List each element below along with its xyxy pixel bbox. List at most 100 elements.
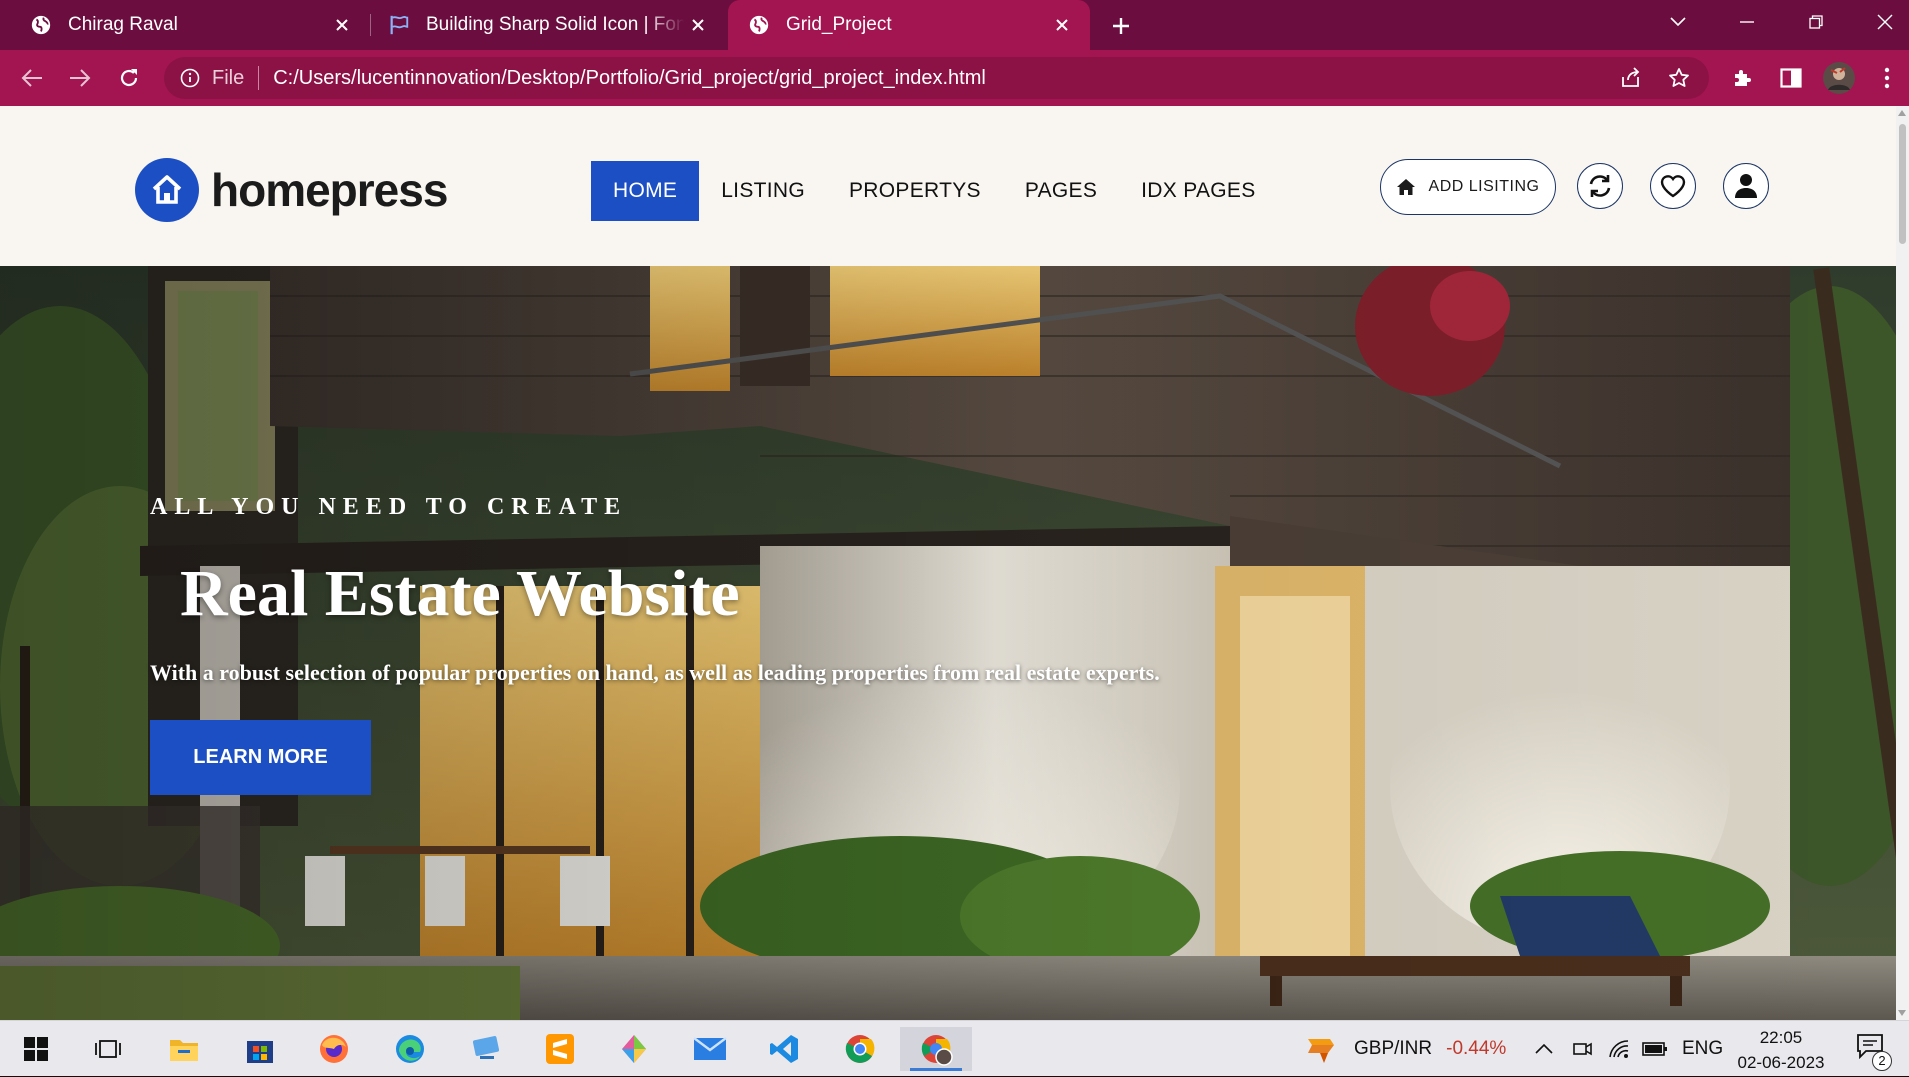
file-explorer-icon[interactable] bbox=[160, 1027, 208, 1071]
browser-tab-bar: Chirag Raval Building Sharp Solid Icon |… bbox=[0, 0, 1909, 50]
puzzle-icon bbox=[1735, 70, 1751, 86]
taskbar-clock[interactable]: 22:05 02-06-2023 bbox=[1726, 1025, 1836, 1075]
home-icon bbox=[1396, 179, 1415, 195]
browser-tab[interactable]: Chirag Raval bbox=[0, 0, 370, 50]
task-view-icon[interactable] bbox=[84, 1027, 132, 1071]
tab-search-button[interactable] bbox=[1648, 0, 1708, 44]
back-button[interactable] bbox=[16, 62, 48, 94]
logo-text: homepress bbox=[211, 164, 448, 216]
chrome-menu-button[interactable] bbox=[1871, 62, 1903, 94]
scrollbar-thumb[interactable] bbox=[1899, 124, 1906, 244]
windows-taskbar: GBP/INR -0.44% ENG 22:05 02-06-2023 2 bbox=[0, 1020, 1909, 1076]
hero-title: Real Estate Website bbox=[180, 557, 740, 630]
meet-now-icon[interactable] bbox=[1572, 1021, 1592, 1077]
close-icon[interactable] bbox=[328, 11, 356, 39]
firefox-icon[interactable] bbox=[310, 1027, 358, 1071]
arrow-left-icon bbox=[21, 69, 42, 87]
tab-title: Chirag Raval bbox=[68, 14, 178, 35]
restore-button[interactable] bbox=[1786, 0, 1846, 44]
new-tab-button[interactable] bbox=[1104, 9, 1138, 43]
minimize-button[interactable] bbox=[1717, 0, 1777, 44]
ticker-symbol: GBP/INR bbox=[1354, 1038, 1433, 1059]
browser-tab-active[interactable]: Grid_Project bbox=[728, 0, 1090, 50]
address-bar[interactable]: File C:/Users/lucentinnovation/Desktop/P… bbox=[164, 57, 1709, 99]
edge-icon[interactable] bbox=[386, 1027, 434, 1071]
forward-button[interactable] bbox=[64, 62, 96, 94]
chevron-up-icon bbox=[1535, 1044, 1553, 1054]
url-divider bbox=[258, 66, 260, 90]
close-icon bbox=[1877, 14, 1893, 30]
tab-separator bbox=[370, 14, 371, 36]
minimize-icon bbox=[1740, 21, 1754, 23]
notification-count: 2 bbox=[1872, 1051, 1892, 1071]
account-button[interactable] bbox=[1723, 163, 1769, 209]
scroll-up-icon[interactable] bbox=[1898, 110, 1906, 116]
arrow-right-icon bbox=[70, 69, 91, 87]
share-icon[interactable] bbox=[1613, 60, 1649, 96]
battery-icon[interactable] bbox=[1642, 1021, 1668, 1077]
nav-idx-pages[interactable]: IDX PAGES bbox=[1119, 161, 1277, 221]
user-icon bbox=[1735, 174, 1757, 198]
sync-icon bbox=[1589, 175, 1611, 197]
heart-icon bbox=[1660, 175, 1686, 198]
close-window-button[interactable] bbox=[1855, 0, 1909, 44]
nav-listing[interactable]: LISTING bbox=[699, 161, 827, 221]
chrome-profile-icon[interactable] bbox=[900, 1027, 972, 1071]
mail-icon[interactable] bbox=[686, 1027, 734, 1071]
house-icon bbox=[135, 158, 199, 222]
nav-home[interactable]: HOME bbox=[591, 161, 700, 221]
bookmark-star-icon[interactable] bbox=[1661, 60, 1697, 96]
wifi-icon[interactable] bbox=[1608, 1021, 1630, 1077]
reload-icon bbox=[120, 69, 138, 87]
clock-date: 02-06-2023 bbox=[1737, 1053, 1825, 1072]
side-panel-button[interactable] bbox=[1775, 62, 1807, 94]
remote-desktop-icon[interactable] bbox=[462, 1027, 510, 1071]
ticker-change: -0.44% bbox=[1446, 1038, 1507, 1059]
windows-start-icon[interactable] bbox=[12, 1027, 60, 1071]
avatar bbox=[1823, 62, 1855, 94]
site-logo[interactable]: homepress bbox=[135, 158, 448, 222]
close-icon[interactable] bbox=[684, 11, 712, 39]
info-icon[interactable] bbox=[178, 66, 202, 90]
browser-toolbar: File C:/Users/lucentinnovation/Desktop/P… bbox=[0, 50, 1909, 106]
favorites-button[interactable] bbox=[1650, 163, 1696, 209]
extensions-button[interactable] bbox=[1727, 62, 1759, 94]
chrome-icon[interactable] bbox=[836, 1027, 884, 1071]
site-header: homepress HOME LISTING PROPERTYS PAGES I… bbox=[0, 106, 1896, 266]
paint-3d-icon[interactable] bbox=[610, 1027, 658, 1071]
globe-icon bbox=[31, 15, 51, 35]
compare-button[interactable] bbox=[1577, 163, 1623, 209]
currency-icon bbox=[1308, 1039, 1334, 1063]
microsoft-store-icon[interactable] bbox=[236, 1027, 284, 1071]
add-listing-label: ADD LISITING bbox=[1428, 178, 1540, 195]
add-listing-button[interactable]: ADD LISITING bbox=[1380, 159, 1556, 215]
input-language[interactable]: ENG bbox=[1682, 1021, 1723, 1077]
more-vertical-icon bbox=[1884, 67, 1890, 89]
flag-icon bbox=[390, 15, 409, 35]
main-nav: HOME LISTING PROPERTYS PAGES IDX PAGES bbox=[591, 161, 1278, 221]
url-text[interactable]: C:/Users/lucentinnovation/Desktop/Portfo… bbox=[273, 67, 1613, 90]
clock-time: 22:05 bbox=[1759, 1028, 1803, 1047]
chevron-down-icon bbox=[1670, 17, 1686, 27]
reload-button[interactable] bbox=[113, 62, 145, 94]
plus-icon bbox=[1113, 18, 1129, 34]
tab-title: Building Sharp Solid Icon | Font Awesome bbox=[426, 14, 684, 35]
stock-widget[interactable]: GBP/INR -0.44% bbox=[1302, 1021, 1506, 1077]
hero-description: With a robust selection of popular prope… bbox=[150, 660, 1160, 685]
scroll-down-icon[interactable] bbox=[1898, 1010, 1906, 1016]
profile-button[interactable] bbox=[1823, 62, 1855, 94]
show-hidden-icons-button[interactable] bbox=[1535, 1021, 1553, 1077]
action-center-button[interactable]: 2 bbox=[1856, 1033, 1892, 1071]
close-icon[interactable] bbox=[1048, 11, 1076, 39]
learn-more-button[interactable]: LEARN MORE bbox=[150, 720, 371, 795]
nav-pages[interactable]: PAGES bbox=[1003, 161, 1119, 221]
restore-icon bbox=[1809, 15, 1823, 29]
sublime-text-icon[interactable] bbox=[536, 1027, 584, 1071]
hero-section: ALL YOU NEED TO CREATE Real Estate Websi… bbox=[0, 266, 1896, 1020]
nav-propertys[interactable]: PROPERTYS bbox=[827, 161, 1003, 221]
hero-overlay bbox=[0, 266, 1896, 1020]
browser-tab[interactable]: Building Sharp Solid Icon | Font Awesome bbox=[372, 0, 726, 50]
page-scrollbar[interactable] bbox=[1896, 106, 1909, 1020]
url-scheme: File bbox=[212, 66, 245, 89]
vscode-icon[interactable] bbox=[760, 1027, 808, 1071]
